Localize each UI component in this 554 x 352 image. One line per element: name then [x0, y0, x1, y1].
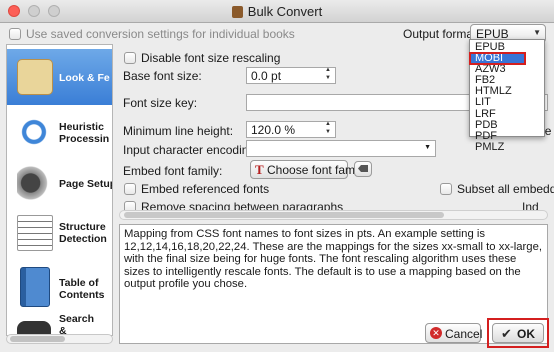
window-title-text: Bulk Convert: [247, 4, 323, 19]
use-saved-settings-checkbox[interactable]: [9, 28, 21, 40]
sidebar-item-label: Page Setup: [59, 178, 113, 190]
base-font-size-label: Base font size:: [123, 69, 202, 83]
format-option-lit[interactable]: LIT: [470, 97, 544, 108]
settings-sidebar[interactable]: Look & Fe Heuristic Processin Page Setup…: [6, 44, 113, 336]
calibre-app-icon: [231, 6, 243, 18]
subset-all-label: Subset all embedd: [457, 182, 554, 196]
base-font-size-stepper[interactable]: [325, 67, 333, 84]
chevron-down-icon: ▼: [424, 144, 431, 151]
use-saved-settings-label: Use saved conversion settings for indivi…: [26, 27, 295, 41]
sidebar-scrollbar-thumb[interactable]: [10, 336, 65, 342]
cancel-icon: ✕: [430, 327, 442, 339]
subset-all-checkbox[interactable]: [440, 183, 452, 195]
form-scrollbar-thumb[interactable]: [124, 212, 444, 218]
sidebar-item-label: Look & Fe: [59, 72, 110, 84]
min-line-height-input[interactable]: 120.0 %: [246, 121, 336, 138]
embed-referenced-fonts-label: Embed referenced fonts: [141, 182, 270, 196]
sidebar-item-page-setup[interactable]: Page Setup: [7, 157, 112, 209]
sidebar-item-label: Structure Detection: [59, 221, 107, 245]
min-line-height-value: 120.0 %: [251, 123, 296, 137]
sidebar-item-search-replace[interactable]: Search & Replace: [7, 313, 112, 336]
backspace-clear-icon: [358, 165, 368, 172]
base-font-size-value: 0.0 pt: [251, 69, 282, 83]
font-t-icon: T: [255, 162, 264, 177]
font-size-key-label: Font size key:: [123, 96, 198, 110]
ok-button[interactable]: ✔ OK: [492, 323, 544, 343]
sidebar-item-table-of-contents[interactable]: Table of Contents: [7, 261, 112, 313]
title-bar: Bulk Convert: [0, 0, 554, 23]
choose-font-family-label: Choose font family: [267, 163, 367, 177]
base-font-size-input[interactable]: 0.0 pt: [246, 67, 336, 84]
window-title: Bulk Convert: [0, 4, 554, 19]
min-line-height-stepper[interactable]: [325, 121, 333, 138]
cancel-button[interactable]: ✕ Cancel: [425, 323, 483, 343]
disable-rescaling-checkbox[interactable]: [124, 52, 136, 64]
heuristic-processing-icon: [17, 115, 51, 149]
embed-font-label: Embed font family:: [123, 164, 223, 178]
format-option-pmlz[interactable]: PMLZ: [470, 141, 544, 153]
ok-label: OK: [517, 327, 535, 341]
sidebar-item-structure-detection[interactable]: Structure Detection: [7, 209, 112, 261]
look-and-feel-icon: [17, 59, 53, 95]
choose-font-family-button[interactable]: T Choose font family: [250, 160, 366, 179]
sidebar-item-label: Heuristic Processin: [59, 121, 110, 145]
structure-detection-icon: [17, 215, 53, 251]
sidebar-scrollbar[interactable]: [6, 334, 113, 344]
checkmark-icon: ✔: [501, 326, 512, 341]
input-encoding-label: Input character encoding:: [123, 143, 259, 157]
disable-rescaling-label: Disable font size rescaling: [141, 51, 281, 65]
cancel-label: Cancel: [445, 327, 483, 341]
format-option-lrf[interactable]: LRF: [470, 108, 544, 120]
page-setup-icon: [17, 166, 51, 200]
min-line-height-label: Minimum line height:: [123, 124, 234, 138]
clear-font-button[interactable]: [354, 161, 372, 177]
input-encoding-combobox[interactable]: ▼: [246, 140, 436, 157]
description-text: Mapping from CSS font names to font size…: [119, 224, 548, 344]
sidebar-item-look-and-feel[interactable]: Look & Fe: [7, 49, 112, 105]
sidebar-item-label: Search & Replace: [59, 313, 95, 336]
sidebar-item-label: Table of Contents: [59, 277, 105, 301]
embed-referenced-fonts-checkbox[interactable]: [124, 183, 136, 195]
sidebar-item-heuristic-processing[interactable]: Heuristic Processin: [7, 105, 112, 157]
table-of-contents-icon: [20, 267, 50, 307]
output-format-dropdown-list[interactable]: EPUB MOBI AZW3 FB2 HTMLZ LIT LRF PDB PDF…: [469, 39, 545, 152]
form-scrollbar[interactable]: [119, 210, 548, 220]
chevron-down-icon: ▼: [533, 28, 541, 37]
